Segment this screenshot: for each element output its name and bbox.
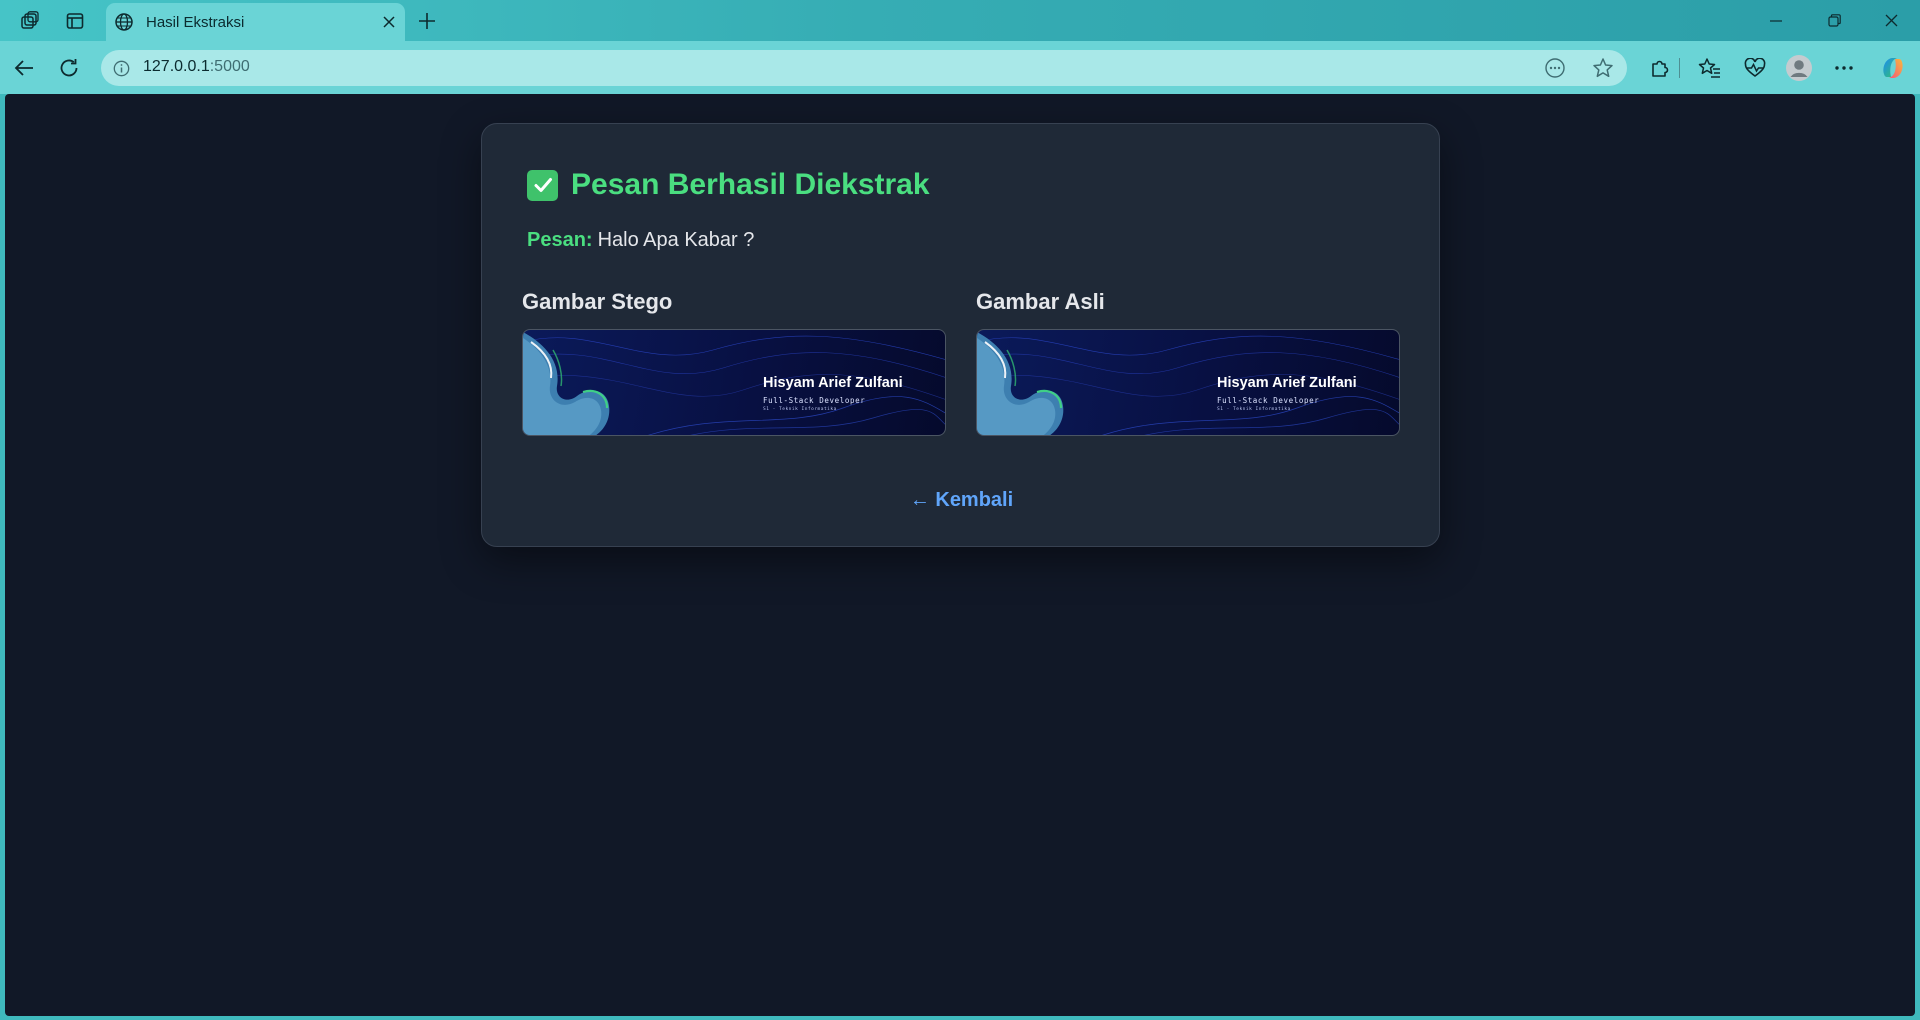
original-image: Hisyam Arief Zulfani Full-Stack Develope… bbox=[976, 329, 1400, 436]
url-port: :5000 bbox=[209, 58, 250, 75]
message-label: Pesan: bbox=[527, 229, 593, 251]
original-image-title: Gambar Asli bbox=[976, 289, 1105, 314]
favorites-icon[interactable] bbox=[1692, 50, 1728, 86]
stego-image-title: Gambar Stego bbox=[522, 289, 673, 314]
tab-title: Hasil Ekstraksi bbox=[146, 13, 245, 31]
banner-sub: S1 - Teknik Informatika bbox=[1217, 407, 1291, 412]
url-text[interactable]: 127.0.0.1:5000 bbox=[143, 58, 250, 76]
close-icon[interactable] bbox=[373, 6, 405, 38]
plus-icon[interactable] bbox=[410, 5, 444, 36]
banner-sub: S1 - Teknik Informatika bbox=[763, 407, 837, 412]
profile-icon[interactable] bbox=[1781, 50, 1817, 86]
banner-name: Hisyam Arief Zulfani bbox=[1217, 375, 1357, 391]
reload-icon[interactable] bbox=[51, 50, 87, 86]
banner-name: Hisyam Arief Zulfani bbox=[763, 375, 903, 391]
more-icon[interactable] bbox=[1826, 50, 1862, 86]
url-host: 127.0.0.1 bbox=[143, 58, 210, 75]
page-title: Pesan Berhasil Diekstrak bbox=[527, 168, 930, 202]
copilot-icon[interactable] bbox=[1875, 50, 1911, 86]
extensions-icon[interactable] bbox=[1642, 50, 1678, 86]
stego-image: Hisyam Arief Zulfani Full-Stack Develope… bbox=[522, 329, 946, 436]
omnibox-divider bbox=[1679, 58, 1680, 78]
restore-icon[interactable] bbox=[1805, 0, 1863, 41]
window-close-icon[interactable] bbox=[1862, 0, 1920, 41]
minimize-icon[interactable] bbox=[1747, 0, 1805, 41]
globe-icon bbox=[114, 12, 134, 32]
banner-role: Full-Stack Developer bbox=[763, 396, 866, 405]
active-tab[interactable]: Hasil Ekstraksi bbox=[106, 3, 405, 41]
browser-toolbar: 127.0.0.1:5000 bbox=[0, 41, 1920, 94]
star-icon[interactable] bbox=[1587, 53, 1619, 83]
back-link[interactable]: ← Kembali bbox=[482, 489, 1441, 512]
banner-role: Full-Stack Developer bbox=[1217, 396, 1320, 405]
message-value: Halo Apa Kabar ? bbox=[597, 229, 755, 251]
back-icon[interactable] bbox=[6, 50, 42, 86]
check-icon bbox=[527, 169, 558, 201]
health-icon[interactable] bbox=[1737, 50, 1773, 86]
original-image-section: Gambar Asli Hisyam Arief Zulfani Full-St… bbox=[976, 289, 1400, 436]
heading-text: Pesan Berhasil Diekstrak bbox=[571, 168, 930, 201]
result-card: Pesan Berhasil Diekstrak Pesan: Halo Apa … bbox=[481, 123, 1440, 547]
address-bar[interactable]: 127.0.0.1:5000 bbox=[101, 50, 1680, 86]
stego-image-section: Gambar Stego Hisyam Arief Zulfani Full-S… bbox=[522, 289, 946, 436]
tab-actions-icon[interactable] bbox=[56, 5, 94, 36]
browser-titlebar: Hasil Ekstraksi bbox=[0, 0, 1920, 41]
extracted-message: Pesan: Halo Apa Kabar ? bbox=[527, 229, 754, 252]
page-viewport: Pesan Berhasil Diekstrak Pesan: Halo Apa … bbox=[5, 94, 1915, 1016]
reader-icon[interactable] bbox=[1539, 53, 1571, 83]
info-icon[interactable] bbox=[105, 53, 137, 83]
workspaces-icon[interactable] bbox=[11, 5, 49, 36]
